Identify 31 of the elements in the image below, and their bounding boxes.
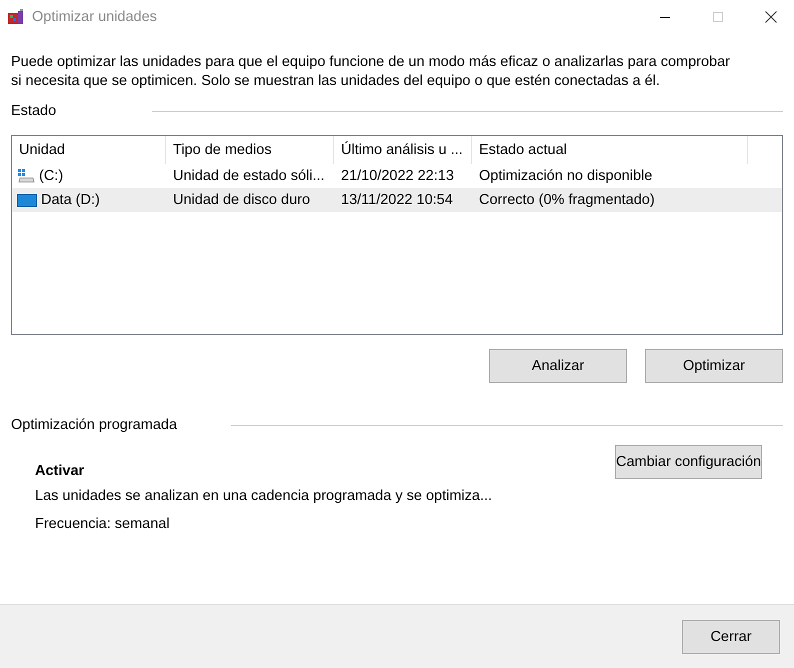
action-button[interactable]: Analizar (489, 349, 627, 383)
description-text: Puede optimizar las unidades para que el equipo funcione de un modo más eficaz o analizarlas para comprobar si necesita que se optimicen. Solo se muestran las unidades del equipo o que estén conectadas a él. (11, 53, 731, 91)
column-header[interactable]: Tipo de medios (166, 136, 334, 164)
schedule-description: Las unidades se analizan en una cadencia programada y se optimiza... (35, 488, 494, 504)
settings-button[interactable]: Cambiar configuración (615, 445, 762, 479)
table-cell: Unidad de estado sóli... (173, 168, 325, 184)
maximize-icon (713, 12, 723, 22)
schedule-status: Activar (35, 463, 86, 479)
column-header[interactable]: Estado actual (472, 136, 748, 164)
table-cell: 13/11/2022 10:54 (341, 192, 453, 208)
table-cell: Correcto (0% fragmentado) (479, 192, 655, 208)
table-cell: Optimización no disponible (479, 168, 652, 184)
drive-name: Data (D:) (41, 192, 100, 208)
drive-row[interactable]: Data (D:) Unidad de disco duro 13/11/2022 10:54 Correcto (0% fragmentado) (12, 188, 782, 212)
frequency-text: Frecuencia: semanal (35, 516, 171, 532)
section-title: Estado (11, 103, 56, 119)
table-cell: Unidad de disco duro (173, 192, 310, 208)
table-cell: 21/10/2022 22:13 (341, 168, 454, 184)
minimize-icon[interactable] (660, 16, 670, 18)
app-icon (7, 8, 25, 26)
window-title: Optimizar unidades (32, 9, 158, 25)
column-header[interactable]: Unidad (12, 136, 166, 164)
drive-icon (17, 168, 35, 184)
close-icon[interactable] (765, 11, 777, 23)
close-button[interactable]: Cerrar (682, 620, 780, 654)
drive-icon (17, 192, 37, 208)
drive-row[interactable]: (C:) Unidad de estado sóli... 21/10/2022 22:13 Optimización no disponible (12, 164, 782, 188)
action-button[interactable]: Optimizar (645, 349, 783, 383)
section-title: Optimización programada (11, 417, 178, 433)
column-header[interactable]: Último análisis u ... (334, 136, 472, 164)
drive-name: (C:) (39, 168, 64, 184)
